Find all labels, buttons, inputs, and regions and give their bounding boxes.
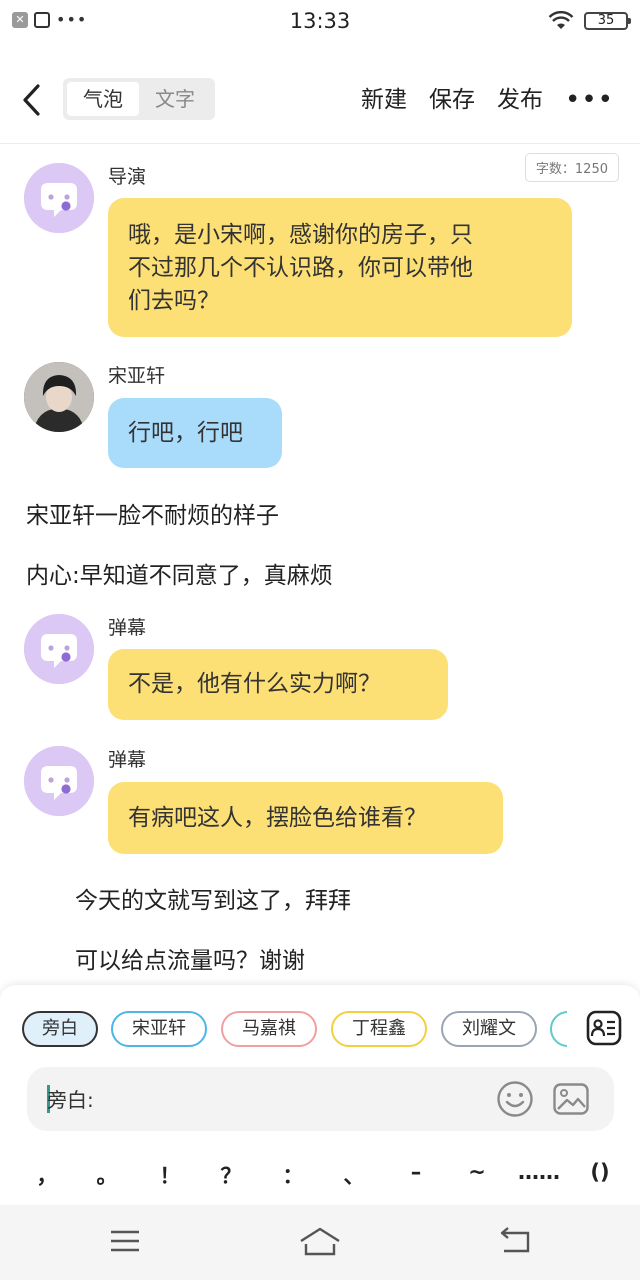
bot-avatar <box>24 163 94 233</box>
bot-avatar <box>24 614 94 684</box>
menu-icon[interactable] <box>108 1225 142 1257</box>
system-nav-bar <box>0 1205 640 1280</box>
more-options-icon[interactable]: ••• <box>565 85 614 115</box>
message-bubble[interactable]: 不是，他有什么实力啊？ <box>108 649 448 720</box>
narration-text[interactable]: 宋亚轩一脸不耐烦的样子 <box>26 496 279 530</box>
message-line: 不过那几个不认识路，你可以带他 <box>128 255 473 281</box>
chip-more[interactable] <box>550 1011 567 1047</box>
chip-character[interactable]: 马嘉祺 <box>221 1011 317 1047</box>
punct-key[interactable]: ~ <box>457 1160 497 1184</box>
sender-name: 弹幕 <box>108 749 147 771</box>
message-line: 不是，他有什么实力啊？ <box>128 671 381 697</box>
punct-key[interactable]: ！ <box>150 1160 190 1190</box>
punct-key[interactable]: …… <box>517 1160 561 1184</box>
home-icon[interactable] <box>298 1225 342 1259</box>
back-arrow-icon[interactable] <box>18 82 46 118</box>
message-bubble[interactable]: 哦，是小宋啊，感谢你的房子，只 不过那几个不认识路，你可以带他 们去吗？ <box>108 198 572 337</box>
narration-text[interactable]: 今天的文就写到这了，拜拜 <box>75 881 351 915</box>
status-time: 13:33 <box>289 9 351 33</box>
punct-key[interactable]: () <box>580 1160 620 1184</box>
punctuation-bar: ， 。 ！ ？ ： 、 – ~ …… () <box>0 1150 640 1202</box>
message-bubble[interactable]: 有病吧这人，摆脸色给谁看？ <box>108 782 503 854</box>
back-icon[interactable] <box>498 1225 534 1257</box>
avatar-photo <box>24 362 94 432</box>
message-line: 们去吗？ <box>128 288 220 314</box>
punct-key[interactable]: ， <box>27 1160 67 1190</box>
chip-character[interactable]: 丁程鑫 <box>331 1011 427 1047</box>
mode-switch: 气泡 文字 <box>63 78 215 120</box>
wifi-icon <box>548 11 574 29</box>
punct-key[interactable]: ？ <box>211 1160 251 1190</box>
battery-icon: 35 <box>584 12 631 30</box>
punct-key[interactable]: ： <box>273 1160 313 1190</box>
user-avatar <box>24 362 94 432</box>
sender-name: 宋亚轩 <box>108 365 166 387</box>
bot-avatar <box>24 746 94 816</box>
message-bubble[interactable]: 行吧，行吧 <box>108 398 282 468</box>
chat-bubble-icon <box>24 163 94 233</box>
narration-text[interactable]: 内心:早知道不同意了，真麻烦 <box>26 556 333 590</box>
sender-name: 导演 <box>108 166 147 188</box>
publish-button[interactable]: 发布 <box>497 82 543 118</box>
punct-key[interactable]: 。 <box>87 1160 127 1190</box>
word-count-badge: 字数：1250 <box>524 153 619 182</box>
message-line: 有病吧这人，摆脸色给谁看？ <box>128 805 427 831</box>
editor-header: 气泡 文字 新建 保存 发布 ••• <box>0 60 640 144</box>
image-icon[interactable] <box>552 1080 590 1118</box>
save-button[interactable]: 保存 <box>429 82 475 118</box>
new-button[interactable]: 新建 <box>361 82 407 118</box>
punct-key[interactable]: 、 <box>334 1160 374 1190</box>
message-line: 哦，是小宋啊，感谢你的房子，只 <box>128 222 473 248</box>
emoji-icon[interactable] <box>496 1080 534 1118</box>
chip-narrator[interactable]: 旁白 <box>22 1011 98 1047</box>
input-role-label: 旁白: <box>47 1088 94 1112</box>
character-chips: 旁白 宋亚轩 马嘉祺 丁程鑫 刘耀文 <box>22 1011 567 1051</box>
punct-key[interactable]: – <box>396 1160 436 1184</box>
chip-character[interactable]: 宋亚轩 <box>111 1011 207 1047</box>
status-bar: ✕ ••• 13:33 35 <box>0 0 640 44</box>
chip-character[interactable]: 刘耀文 <box>441 1011 537 1047</box>
chat-bubble-icon <box>24 614 94 684</box>
narration-text[interactable]: 可以给点流量吗？谢谢 <box>75 941 305 975</box>
message-line: 行吧，行吧 <box>128 420 243 446</box>
chat-bubble-icon <box>24 746 94 816</box>
sender-name: 弹幕 <box>108 617 147 639</box>
tab-bubble[interactable]: 气泡 <box>67 82 139 116</box>
tab-text[interactable]: 文字 <box>139 82 211 116</box>
character-list-icon[interactable] <box>586 1010 622 1046</box>
message-input[interactable]: 旁白: <box>27 1067 614 1131</box>
